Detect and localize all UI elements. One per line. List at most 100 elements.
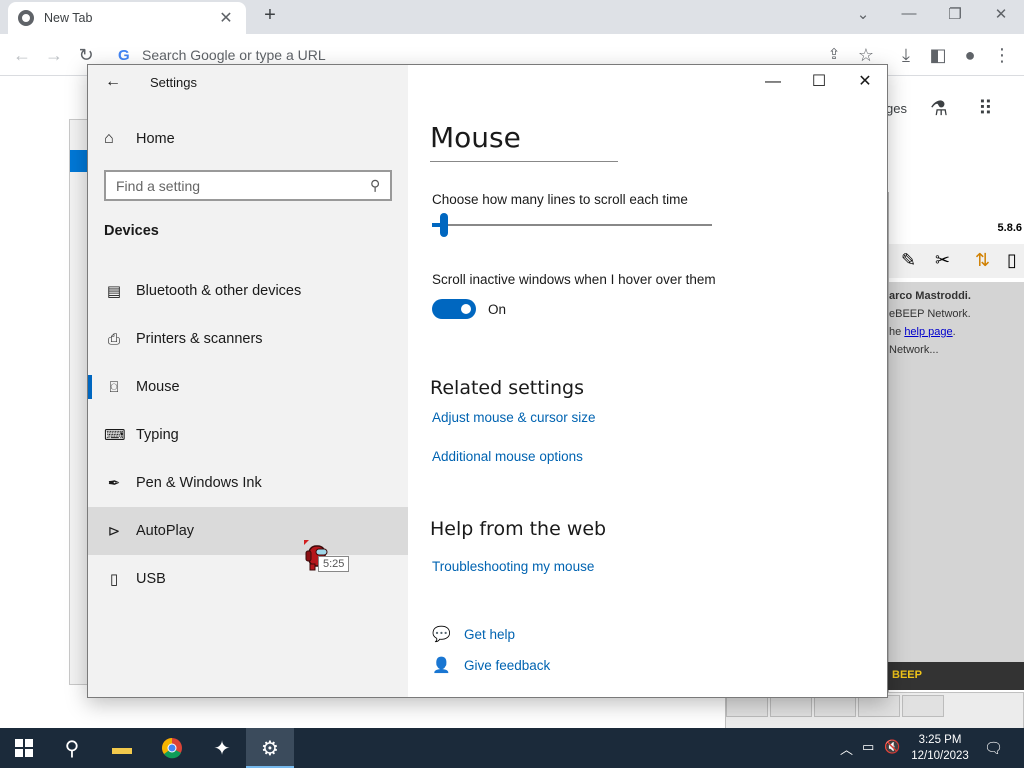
get-help-row[interactable]: 💬 Get help bbox=[432, 625, 515, 643]
browser-restore-button[interactable]: ❐ bbox=[944, 5, 966, 23]
folder-icon[interactable]: ▯ bbox=[1007, 250, 1017, 271]
forward-arrow-icon[interactable]: → bbox=[42, 44, 66, 66]
start-button[interactable] bbox=[0, 728, 48, 768]
settings-window: ← Settings ⌂ Home ⚲ Devices ▤ Bluetooth … bbox=[87, 64, 888, 698]
new-tab-button[interactable]: + bbox=[258, 4, 282, 27]
nav-item-label: Pen & Windows Ink bbox=[136, 475, 262, 491]
scroll-lines-slider-thumb[interactable] bbox=[440, 213, 449, 237]
chrome-logo-icon bbox=[162, 738, 182, 759]
find-setting-search[interactable]: ⚲ bbox=[104, 170, 392, 201]
pen-icon: ✒ bbox=[107, 475, 121, 492]
nav-item-label: Printers & scanners bbox=[136, 331, 263, 347]
beep-tray-button-3[interactable] bbox=[814, 695, 856, 717]
chrome-taskbar-icon[interactable] bbox=[148, 728, 196, 768]
inactive-scroll-label: Scroll inactive windows when I hover ove… bbox=[432, 272, 716, 287]
browser-minimize-button[interactable]: — bbox=[898, 5, 920, 22]
settings-close-button[interactable]: ✕ bbox=[850, 71, 880, 93]
google-icon: G bbox=[118, 46, 130, 64]
nav-item-label: AutoPlay bbox=[136, 523, 195, 539]
browser-tab-title: New Tab bbox=[44, 11, 93, 25]
nav-item-bluetooth[interactable]: ▤ Bluetooth & other devices bbox=[88, 267, 408, 315]
troubleshooting-mouse-link[interactable]: Troubleshooting my mouse bbox=[432, 559, 594, 574]
download-icon[interactable]: ⤓ bbox=[894, 44, 918, 66]
give-feedback-row[interactable]: 👤 Give feedback bbox=[432, 656, 550, 674]
search-taskbar-icon[interactable]: ⚲ bbox=[48, 728, 96, 768]
browser-tab-new-tab[interactable]: New Tab ✕ bbox=[8, 2, 246, 34]
beep-help-page-link[interactable]: help page bbox=[904, 326, 952, 338]
search-icon[interactable]: ⚲ bbox=[370, 177, 380, 194]
bluetooth-devices-icon: ▤ bbox=[106, 283, 122, 300]
give-feedback-link[interactable]: Give feedback bbox=[464, 658, 550, 673]
devices-nav-list: ▤ Bluetooth & other devices ⎙ Printers &… bbox=[88, 267, 408, 603]
nav-section-devices: Devices bbox=[104, 223, 159, 239]
nav-item-label: USB bbox=[136, 571, 166, 587]
network-icon[interactable]: ▭ bbox=[862, 739, 874, 755]
bookmark-star-icon[interactable]: ☆ bbox=[854, 44, 878, 66]
profile-avatar-icon[interactable]: ● bbox=[958, 44, 982, 66]
settings-taskbar-icon[interactable]: ⚙ bbox=[246, 728, 294, 768]
beep-tray-button-2[interactable] bbox=[770, 695, 812, 717]
update-icon[interactable]: ⇅ bbox=[975, 250, 990, 271]
settings-maximize-button[interactable]: ☐ bbox=[804, 71, 834, 93]
settings-window-title: Settings bbox=[150, 75, 197, 90]
tray-overflow-chevron-icon[interactable]: ︿ bbox=[840, 739, 853, 758]
pencil-icon[interactable]: ✎ bbox=[901, 250, 916, 271]
related-settings-heading: Related settings bbox=[430, 377, 584, 399]
background-window bbox=[69, 119, 89, 685]
beep-help-suffix: . bbox=[952, 326, 956, 338]
nav-item-autoplay[interactable]: ⊳ AutoPlay bbox=[88, 507, 408, 555]
inactive-scroll-toggle[interactable] bbox=[432, 299, 476, 319]
scroll-lines-label: Choose how many lines to scroll each tim… bbox=[432, 192, 688, 207]
images-link-partial[interactable]: ges bbox=[886, 101, 907, 116]
chrome-menu-icon[interactable]: ⋮ bbox=[990, 44, 1014, 66]
search-input[interactable] bbox=[116, 177, 370, 194]
side-panel-icon[interactable]: ◧ bbox=[926, 44, 950, 66]
beep-tray-button-5[interactable] bbox=[902, 695, 944, 717]
reload-icon[interactable]: ↻ bbox=[74, 44, 98, 66]
nav-item-typing[interactable]: ⌨ Typing bbox=[88, 411, 408, 459]
nav-item-pen[interactable]: ✒ Pen & Windows Ink bbox=[88, 459, 408, 507]
tools-icon[interactable]: ✂ bbox=[935, 250, 950, 271]
back-button[interactable]: ← bbox=[102, 71, 124, 93]
beep-taskbar-icon[interactable]: ✦ bbox=[198, 728, 246, 768]
nav-item-printers[interactable]: ⎙ Printers & scanners bbox=[88, 315, 408, 363]
clock-time: 3:25 PM bbox=[918, 734, 962, 746]
share-icon[interactable]: ⇪ bbox=[822, 44, 846, 66]
taskbar-clock[interactable]: 3:25 PM 12/10/2023 bbox=[906, 732, 974, 764]
nav-item-usb[interactable]: ▯ USB bbox=[88, 555, 408, 603]
home-icon: ⌂ bbox=[104, 130, 114, 147]
tab-search-icon[interactable]: ⌄ bbox=[852, 5, 874, 23]
notification-center-icon[interactable]: 🗨 bbox=[984, 739, 1003, 757]
apps-grid-icon[interactable]: ⠿ bbox=[978, 96, 993, 121]
cursor-tooltip: 5:25 bbox=[318, 556, 350, 572]
beep-help-prefix: he bbox=[889, 326, 902, 338]
adjust-cursor-size-link[interactable]: Adjust mouse & cursor size bbox=[432, 410, 596, 425]
volume-muted-icon[interactable]: 🔇 bbox=[884, 739, 900, 755]
nav-item-label: Typing bbox=[136, 427, 179, 443]
beep-titlebar bbox=[889, 192, 1024, 220]
beep-tray-button-1[interactable] bbox=[726, 695, 768, 717]
inactive-scroll-state: On bbox=[488, 302, 507, 317]
printer-icon: ⎙ bbox=[107, 330, 120, 348]
back-arrow-icon[interactable]: ← bbox=[10, 44, 34, 66]
settings-content-pane: — ☐ ✕ Mouse Choose how many lines to scr… bbox=[408, 65, 887, 697]
browser-close-button[interactable]: ✕ bbox=[990, 5, 1012, 23]
nav-item-mouse[interactable]: ⌼ Mouse bbox=[88, 363, 408, 411]
beep-tray-button-4[interactable] bbox=[858, 695, 900, 717]
file-explorer-icon[interactable]: ▬ bbox=[98, 728, 146, 768]
nav-home[interactable]: ⌂ Home bbox=[104, 127, 175, 151]
labs-flask-icon[interactable]: ⚗ bbox=[930, 96, 948, 121]
help-from-web-heading: Help from the web bbox=[430, 518, 607, 540]
beep-toolbar: ✎ ✂ ⇅ ▯ bbox=[889, 244, 1024, 278]
scroll-lines-slider-track[interactable] bbox=[432, 224, 712, 226]
taskbar: ⚲ ▬ ✦ ⚙ ︿ ▭ 🔇 3:25 PM 12/10/2023 🗨 bbox=[0, 728, 1024, 768]
omnibox-placeholder: Search Google or type a URL bbox=[142, 47, 326, 63]
get-help-link[interactable]: Get help bbox=[464, 627, 515, 642]
additional-mouse-options-link[interactable]: Additional mouse options bbox=[432, 449, 583, 464]
beep-body: arco Mastroddi. eBEEP Network. he help p… bbox=[889, 282, 1024, 662]
page-title: Mouse bbox=[430, 121, 521, 154]
close-tab-icon[interactable]: ✕ bbox=[216, 8, 236, 28]
autoplay-icon: ⊳ bbox=[107, 523, 121, 540]
toggle-knob bbox=[461, 304, 471, 314]
settings-minimize-button[interactable]: — bbox=[758, 71, 788, 93]
